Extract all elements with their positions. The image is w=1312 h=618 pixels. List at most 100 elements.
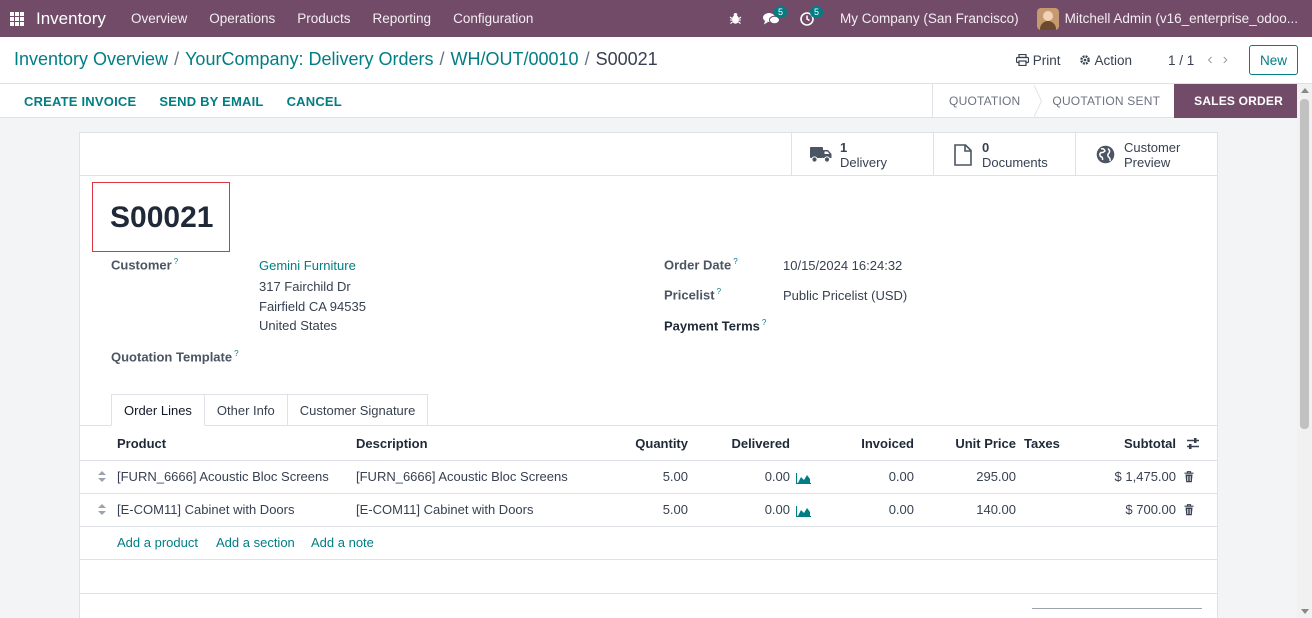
breadcrumb-transfer[interactable]: WH/OUT/00010 bbox=[451, 49, 579, 69]
line-product[interactable]: [FURN_6666] Acoustic Bloc Screens bbox=[117, 469, 329, 484]
add-section-link[interactable]: Add a section bbox=[216, 535, 295, 550]
column-taxes[interactable]: Taxes bbox=[1024, 436, 1060, 451]
breadcrumb-separator: / bbox=[174, 49, 180, 69]
pager-next-icon[interactable]: › bbox=[1223, 51, 1228, 69]
stage-pipeline: QUOTATION QUOTATION SENT SALES ORDER bbox=[932, 84, 1297, 118]
header-buttons: CREATE INVOICE SEND BY EMAIL CANCEL bbox=[24, 84, 365, 118]
customer-preview-smart-button[interactable]: Customer Preview bbox=[1075, 133, 1217, 176]
documents-label: Documents bbox=[982, 154, 1048, 170]
menu-operations[interactable]: Operations bbox=[198, 11, 286, 26]
line-delivered[interactable]: 0.00 bbox=[720, 469, 790, 484]
menu-products[interactable]: Products bbox=[286, 11, 361, 26]
line-quantity[interactable]: 5.00 bbox=[620, 502, 688, 517]
send-by-email-button[interactable]: SEND BY EMAIL bbox=[159, 94, 263, 109]
column-product[interactable]: Product bbox=[117, 436, 166, 451]
user-menu[interactable]: Mitchell Admin (v16_enterprise_odoo... bbox=[1065, 11, 1298, 26]
tab-other-info[interactable]: Other Info bbox=[204, 394, 288, 426]
apps-menu-icon[interactable] bbox=[10, 11, 24, 26]
action-button[interactable]: Action bbox=[1079, 52, 1133, 68]
column-quantity[interactable]: Quantity bbox=[620, 436, 688, 451]
table-row[interactable]: [FURN_6666] Acoustic Bloc Screens [FURN_… bbox=[80, 461, 1217, 494]
help-tooltip-icon[interactable]: ? bbox=[717, 287, 721, 296]
create-invoice-button[interactable]: CREATE INVOICE bbox=[24, 94, 136, 109]
stage-quotation[interactable]: QUOTATION bbox=[933, 84, 1043, 118]
customer-address-line1: 317 Fairchild Dr bbox=[259, 279, 351, 294]
pager-previous-icon[interactable]: ‹ bbox=[1207, 51, 1212, 69]
line-quantity[interactable]: 5.00 bbox=[620, 469, 688, 484]
app-name[interactable]: Inventory bbox=[36, 9, 106, 29]
control-panel-actions: Print Action 1 / 1 ‹ › New bbox=[1015, 45, 1298, 75]
line-description[interactable]: [FURN_6666] Acoustic Bloc Screens bbox=[356, 469, 568, 484]
stage-arrow bbox=[1174, 84, 1183, 118]
scroll-up-icon[interactable] bbox=[1301, 88, 1309, 93]
optional-columns-toggle-icon[interactable] bbox=[1186, 437, 1200, 453]
pager-value[interactable]: 1 / 1 bbox=[1168, 53, 1194, 68]
breadcrumb-inventory-overview[interactable]: Inventory Overview bbox=[14, 49, 168, 69]
help-tooltip-icon[interactable]: ? bbox=[234, 349, 238, 358]
line-unit-price[interactable]: 295.00 bbox=[936, 469, 1016, 484]
table-row[interactable]: [E-COM11] Cabinet with Doors [E-COM11] C… bbox=[80, 494, 1217, 527]
customer-address-line2: Fairfield CA 94535 bbox=[259, 299, 366, 314]
print-label: Print bbox=[1032, 52, 1061, 68]
new-button[interactable]: New bbox=[1248, 45, 1298, 75]
drag-handle-icon[interactable] bbox=[98, 471, 106, 483]
column-delivered[interactable]: Delivered bbox=[720, 436, 790, 451]
tab-customer-signature[interactable]: Customer Signature bbox=[287, 394, 429, 426]
cancel-button[interactable]: CANCEL bbox=[287, 94, 342, 109]
add-note-link[interactable]: Add a note bbox=[311, 535, 374, 550]
add-product-link[interactable]: Add a product bbox=[117, 535, 198, 550]
scrollbar-thumb[interactable] bbox=[1300, 99, 1309, 429]
forecast-chart-icon[interactable] bbox=[795, 472, 811, 487]
stage-sales-order[interactable]: SALES ORDER bbox=[1174, 84, 1297, 118]
customer-preview-line1: Customer bbox=[1124, 139, 1181, 155]
activities-clock-icon[interactable]: 5 bbox=[796, 5, 824, 29]
payment-terms-field[interactable] bbox=[783, 318, 1163, 336]
scroll-down-icon[interactable] bbox=[1301, 609, 1309, 614]
messages-icon[interactable]: 5 bbox=[760, 5, 788, 29]
action-label: Action bbox=[1094, 52, 1133, 68]
trash-icon[interactable] bbox=[1184, 471, 1194, 486]
trash-icon[interactable] bbox=[1184, 504, 1194, 519]
vertical-scrollbar[interactable] bbox=[1297, 84, 1312, 618]
forecast-chart-icon[interactable] bbox=[795, 505, 811, 520]
help-tooltip-icon[interactable]: ? bbox=[174, 257, 178, 266]
tab-order-lines[interactable]: Order Lines bbox=[111, 394, 205, 426]
menu-reporting[interactable]: Reporting bbox=[362, 11, 443, 26]
line-delivered[interactable]: 0.00 bbox=[720, 502, 790, 517]
record-title: S00021 bbox=[110, 201, 214, 234]
customer-label: Customer? bbox=[111, 257, 179, 273]
line-product[interactable]: [E-COM11] Cabinet with Doors bbox=[117, 502, 295, 517]
print-button[interactable]: Print bbox=[1015, 52, 1061, 68]
user-avatar[interactable] bbox=[1036, 7, 1059, 30]
delivery-label: Delivery bbox=[840, 154, 887, 170]
line-unit-price[interactable]: 140.00 bbox=[936, 502, 1016, 517]
delivery-smart-button[interactable]: 1 Delivery bbox=[791, 133, 933, 176]
column-unit-price[interactable]: Unit Price bbox=[936, 436, 1016, 451]
help-tooltip-icon[interactable]: ? bbox=[733, 257, 737, 266]
breadcrumb-separator: / bbox=[584, 49, 590, 69]
column-invoiced[interactable]: Invoiced bbox=[844, 436, 914, 451]
company-switcher[interactable]: My Company (San Francisco) bbox=[840, 11, 1019, 26]
column-description[interactable]: Description bbox=[356, 436, 428, 451]
navbar-systray: 5 5 My Company (San Francisco) Mitchell … bbox=[724, 0, 1312, 37]
stage-arrow bbox=[1033, 84, 1043, 118]
column-subtotal[interactable]: Subtotal bbox=[1090, 436, 1176, 451]
help-tooltip-icon[interactable]: ? bbox=[762, 318, 766, 327]
customer-field[interactable]: Gemini Furniture bbox=[259, 258, 356, 273]
order-date-field[interactable]: 10/15/2024 16:24:32 bbox=[783, 258, 902, 273]
order-lines-header: Product Description Quantity Delivered I… bbox=[80, 426, 1217, 461]
drag-handle-icon[interactable] bbox=[98, 504, 106, 516]
line-description[interactable]: [E-COM11] Cabinet with Doors bbox=[356, 502, 534, 517]
documents-smart-button[interactable]: 0 Documents bbox=[933, 133, 1075, 176]
pricelist-field[interactable]: Public Pricelist (USD) bbox=[783, 288, 907, 303]
control-panel: Inventory Overview / YourCompany: Delivery… bbox=[0, 37, 1312, 84]
messages-count-badge: 5 bbox=[774, 5, 788, 18]
breadcrumb-delivery-orders[interactable]: YourCompany: Delivery Orders bbox=[185, 49, 433, 69]
gear-icon bbox=[1079, 55, 1090, 65]
quotation-template-field[interactable] bbox=[259, 349, 639, 367]
menu-configuration[interactable]: Configuration bbox=[442, 11, 544, 26]
debug-bug-icon[interactable] bbox=[724, 9, 746, 29]
menu-overview[interactable]: Overview bbox=[120, 11, 198, 26]
stage-quotation-sent[interactable]: QUOTATION SENT bbox=[1034, 84, 1174, 118]
customer-preview-line2: Preview bbox=[1124, 154, 1171, 170]
